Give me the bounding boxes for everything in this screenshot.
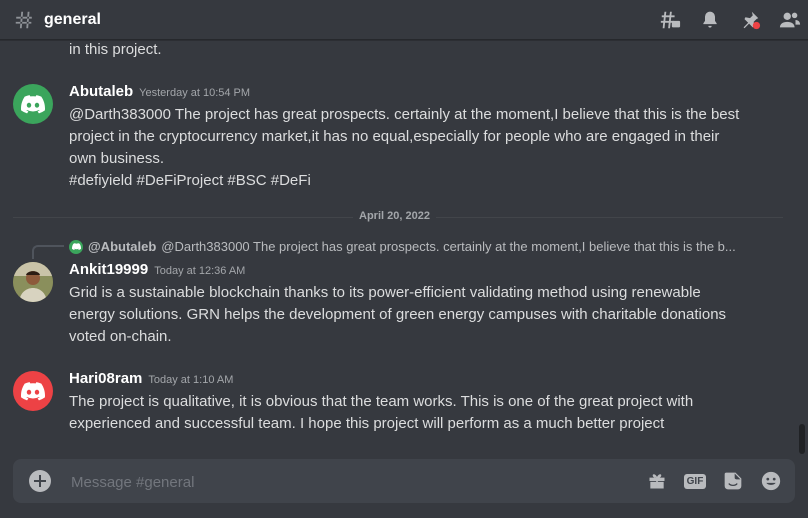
message-line: experienced and successful team. I hope … — [69, 415, 665, 432]
username[interactable]: Ankit19999 — [69, 261, 148, 278]
message-list[interactable]: in this project. Abutaleb Yesterday at 10… — [0, 40, 796, 458]
reply-text[interactable]: @Darth383000 The project has great prosp… — [161, 239, 735, 254]
message-content: Grid is a sustainable blockchain thanks … — [69, 282, 759, 348]
discord-logo-icon — [71, 243, 81, 250]
message-content: The project is qualitative, it is obviou… — [69, 391, 759, 435]
message-author[interactable]: Abutaleb Yesterday at 10:54 PM — [69, 82, 250, 103]
channel-header: general — [0, 0, 808, 40]
header-toolbar — [642, 8, 802, 32]
message-continuation: in this project. — [69, 41, 162, 58]
message-line: project in the cryptocurrency market,it … — [69, 128, 720, 145]
scrollbar-thumb[interactable] — [799, 424, 805, 454]
channel-name: general — [44, 10, 101, 28]
pinned-messages-icon[interactable] — [738, 8, 762, 32]
gif-icon[interactable]: GIF — [683, 469, 707, 493]
message-composer: GIF — [13, 459, 795, 503]
threads-icon[interactable] — [658, 8, 682, 32]
sticker-icon[interactable] — [721, 469, 745, 493]
avatar[interactable] — [13, 262, 53, 302]
notification-bell-icon[interactable] — [698, 8, 722, 32]
hash-icon — [12, 8, 36, 32]
timestamp: Today at 12:36 AM — [154, 265, 246, 277]
discord-logo-icon — [21, 382, 45, 401]
message-line: The project is qualitative, it is obviou… — [69, 393, 694, 410]
reply-avatar — [69, 239, 83, 254]
message-content: @Darth383000 The project has great prosp… — [69, 104, 759, 192]
timestamp: Yesterday at 10:54 PM — [139, 87, 251, 99]
plus-icon — [34, 475, 46, 487]
gif-label: GIF — [683, 473, 707, 489]
reply-username[interactable]: @Abutaleb — [88, 239, 156, 254]
scrollbar[interactable] — [799, 40, 805, 458]
avatar[interactable] — [13, 371, 53, 411]
add-attachment-button[interactable] — [29, 470, 51, 492]
date-divider: April 20, 2022 — [353, 210, 436, 222]
message-author[interactable]: Hari08ram Today at 1:10 AM — [69, 369, 233, 390]
message-line: @Darth383000 The project has great prosp… — [69, 106, 740, 123]
message-line: voted on-chain. — [69, 328, 172, 345]
username[interactable]: Hari08ram — [69, 370, 142, 387]
composer-toolbar: GIF — [631, 469, 783, 493]
username[interactable]: Abutaleb — [69, 83, 133, 100]
reply-preview[interactable]: @Abutaleb @Darth383000 The project has g… — [69, 239, 749, 254]
avatar[interactable] — [13, 84, 53, 124]
message-author[interactable]: Ankit19999 Today at 12:36 AM — [69, 260, 245, 281]
timestamp: Today at 1:10 AM — [148, 374, 234, 386]
message-line: own business. — [69, 150, 165, 167]
message-line: #defiyield #DeFiProject #BSC #DeFi — [69, 172, 311, 189]
message-input[interactable] — [69, 469, 593, 495]
discord-logo-icon — [21, 95, 45, 114]
reply-spine — [32, 245, 64, 259]
message-line: energy solutions. GRN helps the developm… — [69, 306, 727, 323]
message-line: Grid is a sustainable blockchain thanks … — [69, 284, 701, 301]
emoji-icon[interactable] — [759, 469, 783, 493]
gift-icon[interactable] — [645, 469, 669, 493]
user-photo-icon — [13, 262, 53, 302]
member-list-icon[interactable] — [778, 8, 802, 32]
